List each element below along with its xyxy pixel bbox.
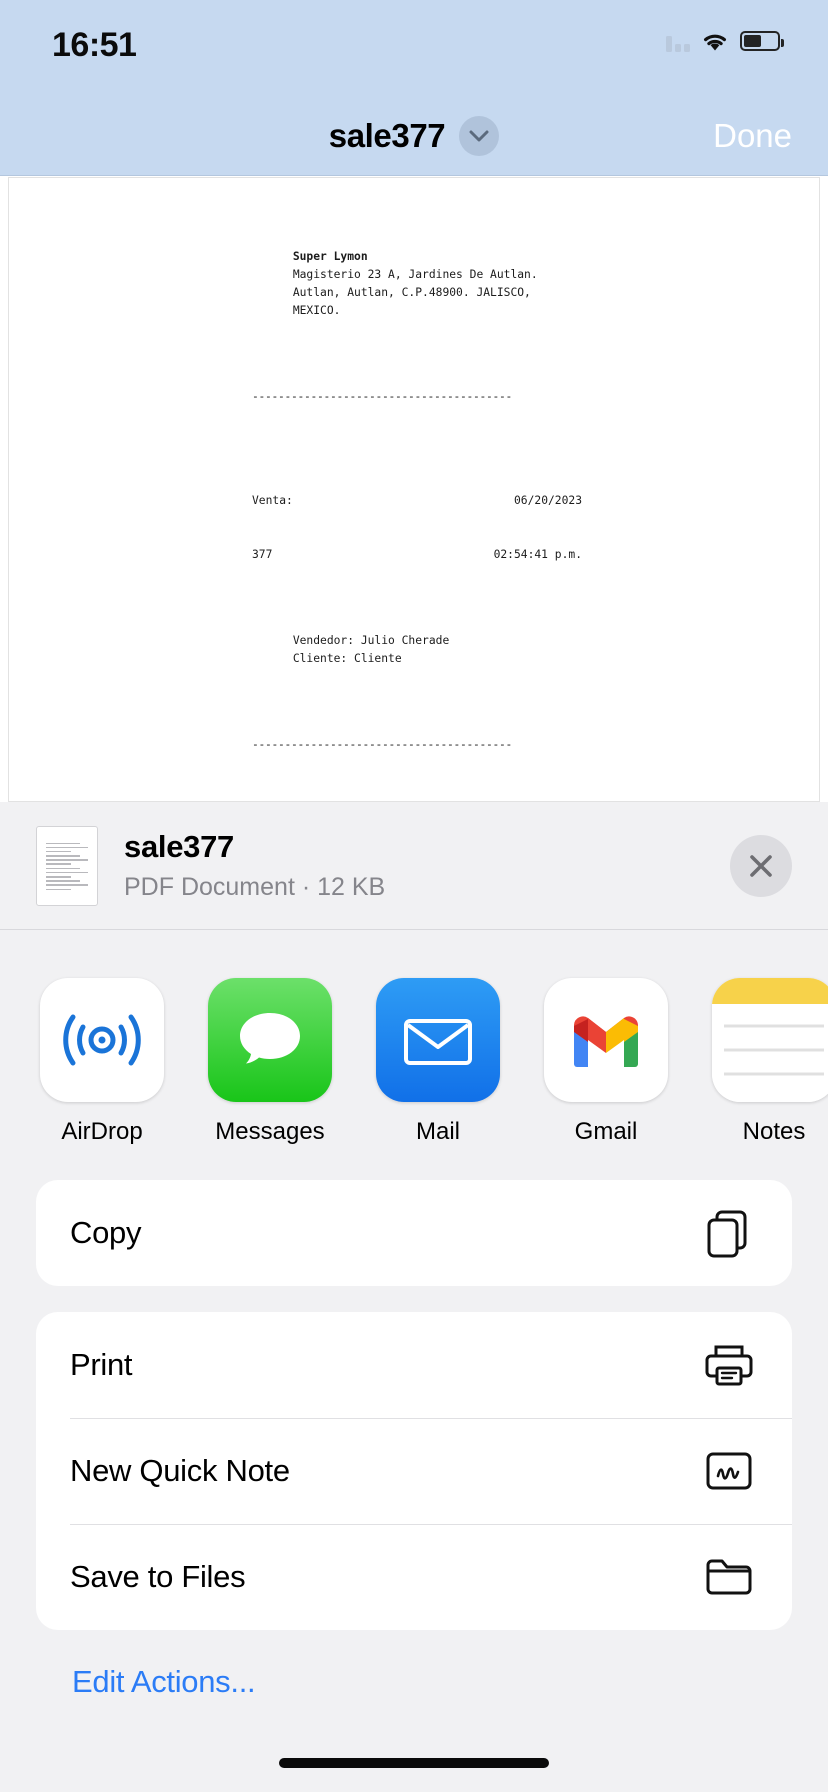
document-title-group[interactable]: sale377	[328, 115, 500, 156]
action-label: Save to Files	[70, 1559, 246, 1594]
page-title: sale377	[328, 116, 446, 154]
messages-icon[interactable]	[208, 978, 332, 1102]
chevron-down-icon[interactable]	[459, 115, 500, 156]
receipt-content: Super Lymon Magisterio 23 A, Jardines De…	[252, 230, 582, 801]
action-label: New Quick Note	[70, 1453, 290, 1488]
share-target-label: Mail	[415, 1118, 460, 1145]
action-print[interactable]: Print	[36, 1312, 792, 1418]
receipt-store-name: Super Lymon	[292, 250, 368, 263]
edit-actions-button[interactable]: Edit Actions...	[36, 1656, 792, 1700]
screen-root: 16:51 sale377 Done Super Lymon Magisteri…	[0, 0, 828, 1792]
receipt-address-line-1: Magisterio 23 A, Jardines De Autlan.	[292, 268, 538, 281]
action-new-quick-note[interactable]: New Quick Note	[36, 1418, 792, 1524]
action-copy[interactable]: Copy	[36, 1180, 792, 1286]
share-sheet: sale377 PDF Document · 12 KB AirDrop Mes…	[0, 802, 828, 1792]
status-time: 16:51	[52, 26, 137, 64]
gmail-icon[interactable]	[544, 978, 668, 1102]
share-sheet-header: sale377 PDF Document · 12 KB	[0, 802, 828, 930]
done-button[interactable]: Done	[713, 117, 792, 155]
action-label: Copy	[70, 1215, 142, 1250]
document-thumbnail[interactable]	[36, 825, 98, 906]
share-target-gmail[interactable]: Gmail	[544, 978, 668, 1146]
action-label: Print	[70, 1347, 133, 1382]
status-indicators	[666, 30, 784, 52]
printer-icon	[700, 1336, 758, 1394]
cellular-signal-icon	[666, 30, 690, 52]
receipt-sale-time: 02:54:41 p.m.	[493, 548, 582, 561]
share-actions-primary-card: Copy	[36, 1180, 792, 1286]
receipt-vendor: Vendedor: Julio Cherade	[292, 634, 450, 647]
action-save-to-files[interactable]: Save to Files	[36, 1524, 792, 1630]
receipt-divider-top: ----------------------------------------	[252, 390, 513, 403]
receipt-sale-number: 377	[252, 548, 273, 561]
receipt-address-line-3: MEXICO.	[292, 304, 341, 317]
receipt-sale-date: 06/20/2023	[513, 494, 582, 507]
notes-icon[interactable]	[712, 978, 828, 1102]
share-file-subtitle: PDF Document · 12 KB	[124, 873, 386, 901]
receipt-address-line-2: Autlan, Autlan, C.P.48900. JALISCO,	[292, 286, 531, 299]
battery-icon	[740, 31, 784, 51]
navigation-bar: sale377 Done	[0, 96, 828, 176]
share-target-label: Notes	[742, 1118, 806, 1145]
airdrop-icon[interactable]	[40, 978, 164, 1102]
wifi-icon	[704, 34, 726, 51]
copy-icon	[700, 1204, 758, 1262]
folder-icon	[700, 1548, 758, 1606]
share-file-info: sale377 PDF Document · 12 KB	[124, 829, 730, 902]
share-target-label: Messages	[215, 1118, 325, 1145]
receipt-sale-label: Venta:	[252, 494, 293, 507]
share-target-messages[interactable]: Messages	[208, 978, 332, 1146]
share-app-row[interactable]: AirDrop Messages Mail Gmail Notes	[0, 930, 828, 1146]
pdf-preview[interactable]: Super Lymon Magisterio 23 A, Jardines De…	[8, 177, 820, 802]
share-target-mail[interactable]: Mail	[376, 978, 500, 1146]
close-icon[interactable]	[730, 834, 792, 897]
share-target-label: Gmail	[574, 1118, 638, 1145]
quick-note-icon	[700, 1442, 758, 1500]
mail-icon[interactable]	[376, 978, 500, 1102]
share-file-title: sale377	[124, 829, 234, 864]
home-indicator	[279, 1758, 549, 1768]
share-actions-secondary-card: Print New Quick Note Save to Files	[36, 1312, 792, 1630]
share-target-airdrop[interactable]: AirDrop	[40, 978, 164, 1146]
share-target-label: AirDrop	[61, 1118, 143, 1145]
receipt-client: Cliente: Cliente	[292, 652, 402, 665]
share-actions: Copy Print New Quick Note Save to Files …	[0, 1146, 828, 1700]
receipt-divider-items: ----------------------------------------	[252, 738, 513, 751]
receipt-sale-row-2: 377 02:54:41 p.m.	[252, 546, 582, 564]
status-bar: 16:51	[0, 0, 828, 96]
share-target-notes[interactable]: Notes	[712, 978, 828, 1146]
receipt-sale-row-1: Venta: 06/20/2023	[252, 492, 582, 510]
